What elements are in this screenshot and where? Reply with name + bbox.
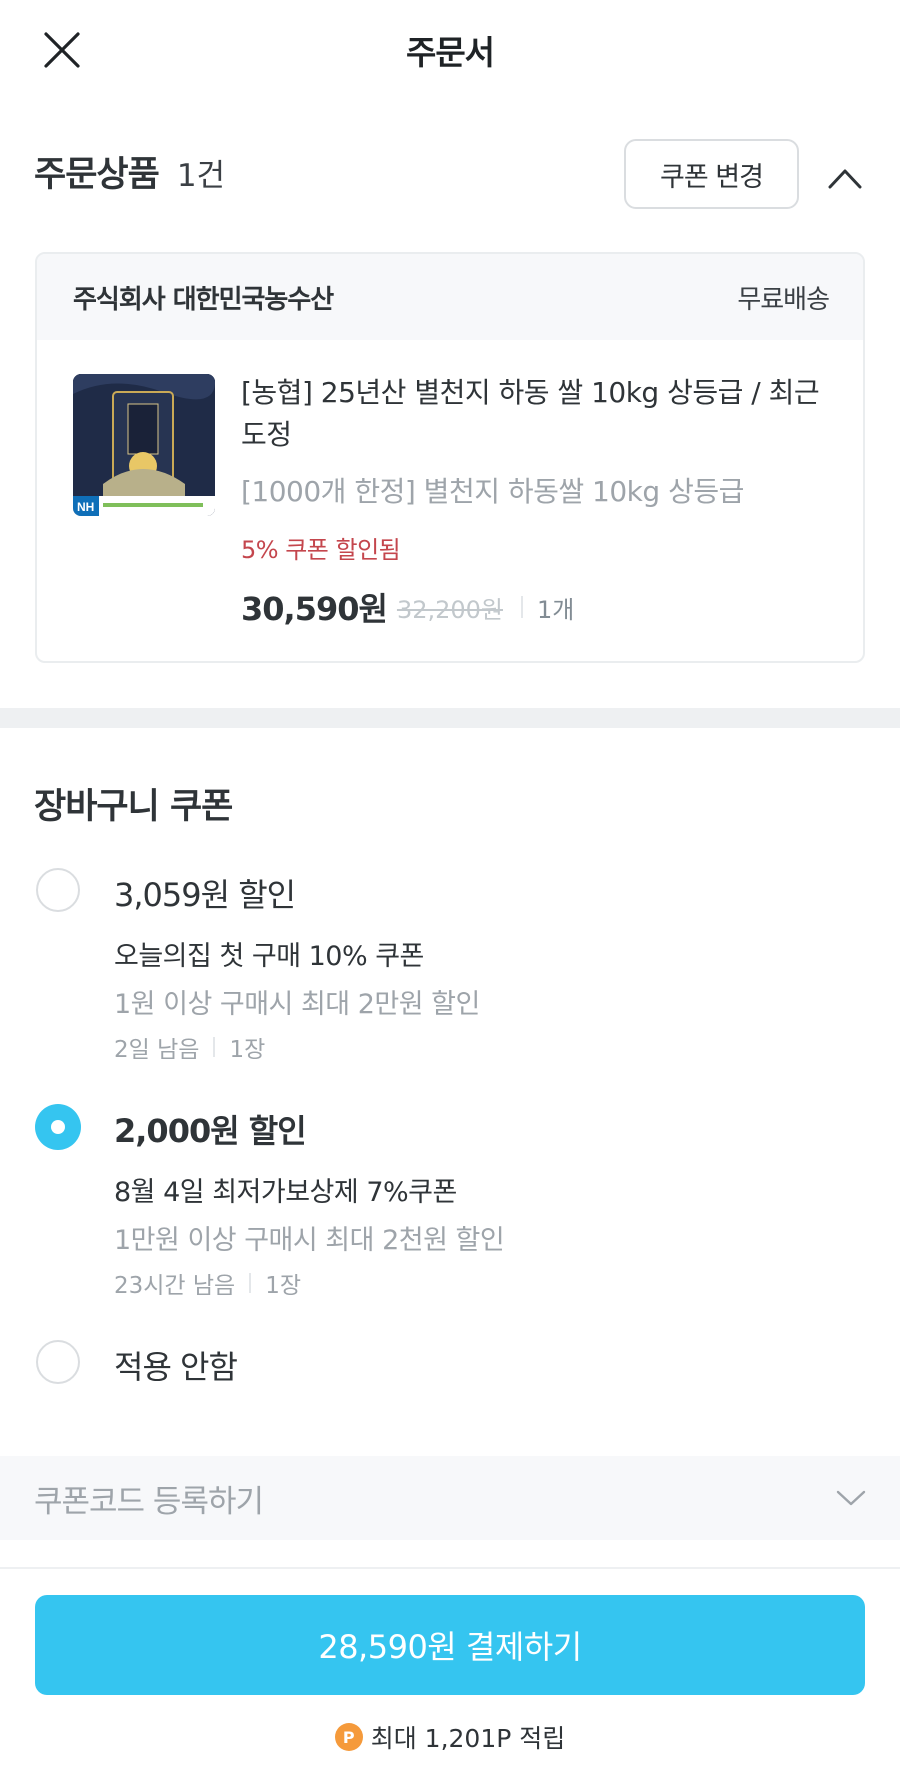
thumbnail-badge: NH bbox=[77, 500, 94, 514]
price-row: 30,590원 32,200원 1개 bbox=[241, 584, 574, 630]
product-option: [1000개 한정] 별천지 하동쌀 10kg 상등급 bbox=[241, 475, 744, 508]
product-price: 30,590원 bbox=[241, 590, 388, 628]
coupon-remaining-1: 2일 남음 bbox=[114, 1037, 200, 1063]
coupon-name-1: 오늘의집 첫 구매 10% 쿠폰 bbox=[114, 941, 424, 972]
page-title: 주문서 bbox=[405, 33, 495, 72]
coupon-code-label: 쿠폰코드 등록하기 bbox=[34, 1483, 264, 1520]
seller-name: 주식회사 대한민국농수산 bbox=[73, 284, 334, 315]
coupon-condition-1: 1원 이상 구매시 최대 2만원 할인 bbox=[114, 989, 480, 1020]
coupon-count-2: 1장 bbox=[265, 1273, 302, 1299]
product-original-price: 32,200원 bbox=[396, 595, 503, 624]
coupon-radio-none[interactable] bbox=[36, 1340, 80, 1384]
shipping-label: 무료배송 bbox=[737, 284, 830, 315]
coupon-meta-1: 2일 남음 1장 bbox=[114, 1030, 265, 1064]
radio-selected-dot bbox=[51, 1120, 65, 1134]
section-divider bbox=[0, 708, 900, 728]
coupon-amount-2[interactable]: 2,000원 할인 bbox=[114, 1106, 307, 1152]
coupon-radio-1[interactable] bbox=[36, 868, 80, 912]
coupon-count-1: 1장 bbox=[229, 1037, 266, 1063]
points-text: 최대 1,201P 적립 bbox=[370, 1724, 566, 1753]
chevron-up-icon bbox=[828, 169, 862, 189]
order-products-header: 주문상품 1건 bbox=[34, 146, 225, 197]
points-icon: P bbox=[334, 1723, 363, 1751]
product-card: 주식회사 대한민국농수산 무료배송 NH [농협] 25년산 별천지 하동 쌀 … bbox=[35, 252, 865, 663]
coupon-meta-separator bbox=[213, 1037, 216, 1057]
coupon-meta-2: 23시간 남음 1장 bbox=[114, 1266, 301, 1300]
collapse-button[interactable] bbox=[822, 158, 868, 198]
coupon-meta-separator bbox=[249, 1273, 252, 1293]
coupon-name-2: 8월 4일 최저가보상제 7%쿠폰 bbox=[114, 1177, 457, 1208]
coupon-radio-2[interactable] bbox=[35, 1104, 81, 1150]
rice-bag-image: NH bbox=[73, 374, 215, 516]
bottom-bar: 28,590원 결제하기 P 최대 1,201P 적립 bbox=[0, 1567, 900, 1767]
coupon-condition-2: 1만원 이상 구매시 최대 2천원 할인 bbox=[114, 1225, 505, 1256]
coupon-code-row[interactable]: 쿠폰코드 등록하기 bbox=[0, 1456, 900, 1540]
cart-coupon-title: 장바구니 쿠폰 bbox=[34, 787, 233, 827]
product-name[interactable]: [농협] 25년산 별천지 하동 쌀 10kg 상등급 / 최근 도정 bbox=[241, 372, 841, 456]
order-products-count: 1건 bbox=[176, 158, 226, 194]
coupon-change-button[interactable]: 쿠폰 변경 bbox=[624, 139, 799, 209]
pay-button[interactable]: 28,590원 결제하기 bbox=[35, 1595, 865, 1695]
points-info: P 최대 1,201P 적립 bbox=[0, 1719, 900, 1755]
top-bar: 주문서 bbox=[0, 0, 900, 100]
coupon-amount-1[interactable]: 3,059원 할인 bbox=[114, 870, 296, 916]
product-quantity: 1개 bbox=[537, 595, 575, 624]
product-card-header: 주식회사 대한민국농수산 무료배송 bbox=[37, 254, 863, 340]
chevron-down-icon bbox=[836, 1490, 866, 1506]
product-thumbnail[interactable]: NH bbox=[73, 374, 215, 516]
coupon-none-label[interactable]: 적용 안함 bbox=[114, 1342, 238, 1388]
product-discount-note: 5% 쿠폰 할인됨 bbox=[241, 536, 401, 564]
price-divider bbox=[521, 596, 523, 618]
order-products-title: 주문상품 bbox=[34, 155, 160, 195]
coupon-remaining-2: 23시간 남음 bbox=[114, 1273, 236, 1299]
